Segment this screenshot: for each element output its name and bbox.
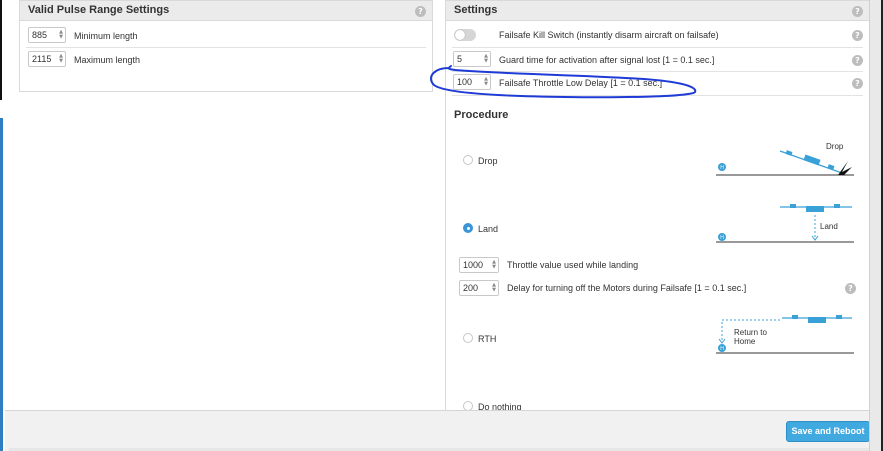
- spinner-arrows-icon[interactable]: ▲ ▼: [59, 54, 63, 64]
- procedure-land-radio[interactable]: [463, 223, 473, 233]
- annotation-stroke: [430, 65, 697, 99]
- toggle-knob: [455, 30, 465, 40]
- drop-illustration: H Drop: [716, 142, 854, 176]
- window-left-edge: [0, 0, 9, 451]
- annotation-circle: [430, 65, 697, 99]
- pulse-range-panel: Valid Pulse Range Settings ? 885 ▲ ▼ Mini…: [19, 0, 433, 92]
- landing-throttle-label: Throttle value used while landing: [507, 260, 639, 270]
- motor-off-delay-label: Delay for turning off the Motors during …: [507, 283, 747, 293]
- settings-header: Settings ?: [446, 1, 869, 21]
- procedure-drop-radio[interactable]: [463, 155, 473, 165]
- home-marker-text: H: [720, 346, 724, 352]
- drop-illustration-label: Drop: [826, 142, 844, 151]
- falling-drone-icon: [779, 150, 843, 174]
- footer-bar: [5, 410, 869, 451]
- min-length-row: 885 ▲ ▼ Minimum length: [20, 25, 432, 48]
- motor-off-delay-input[interactable]: 200 ▲ ▼: [459, 280, 499, 296]
- home-marker-text: H: [720, 165, 724, 171]
- app-window: Valid Pulse Range Settings ? 885 ▲ ▼ Mini…: [0, 0, 883, 451]
- window-right-edge: [869, 0, 883, 451]
- rth-illustration-label-2: Home: [734, 337, 756, 346]
- help-icon[interactable]: ?: [852, 6, 863, 17]
- home-marker-text: H: [720, 235, 724, 241]
- hover-drone-icon: [780, 204, 852, 212]
- landing-throttle-row: 1000 ▲ ▼ Throttle value used while landin…: [446, 255, 869, 278]
- spinner-arrows-icon[interactable]: ▲ ▼: [492, 283, 496, 293]
- row-divider: [452, 47, 863, 48]
- settings-title: Settings: [454, 4, 498, 16]
- land-illustration-label: Land: [820, 222, 838, 231]
- crash-burst-icon: [838, 161, 852, 175]
- max-length-label: Maximum length: [74, 55, 141, 65]
- min-length-input[interactable]: 885 ▲ ▼: [28, 27, 66, 43]
- motor-off-delay-row: 200 ▲ ▼ Delay for turning off the Motors …: [446, 278, 869, 301]
- help-icon[interactable]: ?: [852, 55, 863, 66]
- procedure-rth-radio[interactable]: [463, 333, 473, 343]
- procedure-title: Procedure: [454, 109, 509, 121]
- landing-throttle-input[interactable]: 1000 ▲ ▼: [459, 257, 499, 273]
- edge-strip-accent: [0, 118, 3, 451]
- rth-illustration-label-1: Return to: [734, 328, 767, 337]
- kill-switch-label: Failsafe Kill Switch (instantly disarm a…: [499, 30, 719, 40]
- min-length-label: Minimum length: [74, 31, 138, 41]
- pulse-range-title: Valid Pulse Range Settings: [28, 4, 170, 16]
- max-length-row: 2115 ▲ ▼ Maximum length: [20, 49, 432, 72]
- rth-illustration: H Return to Home: [716, 315, 854, 354]
- edge-strip: [0, 0, 2, 100]
- max-length-input[interactable]: 2115 ▲ ▼: [28, 51, 66, 67]
- spinner-arrows-icon[interactable]: ▲ ▼: [492, 260, 496, 270]
- land-illustration: H Land: [716, 204, 854, 243]
- spinner-arrows-icon[interactable]: ▲ ▼: [59, 30, 63, 40]
- procedure-drop-label: Drop: [478, 156, 498, 166]
- help-icon[interactable]: ?: [415, 6, 426, 17]
- row-divider: [26, 47, 426, 48]
- help-icon[interactable]: ?: [845, 283, 856, 294]
- procedure-land-label: Land: [478, 224, 499, 234]
- returning-drone-icon: [782, 315, 852, 323]
- pulse-range-header: Valid Pulse Range Settings ?: [20, 1, 432, 21]
- procedure-rth-label: RTH: [478, 334, 497, 344]
- kill-switch-row: Failsafe Kill Switch (instantly disarm a…: [446, 24, 869, 47]
- save-and-reboot-button[interactable]: Save and Reboot: [786, 421, 870, 442]
- help-icon[interactable]: ?: [852, 30, 863, 41]
- help-icon[interactable]: ?: [852, 78, 863, 89]
- kill-switch-toggle[interactable]: [454, 29, 476, 41]
